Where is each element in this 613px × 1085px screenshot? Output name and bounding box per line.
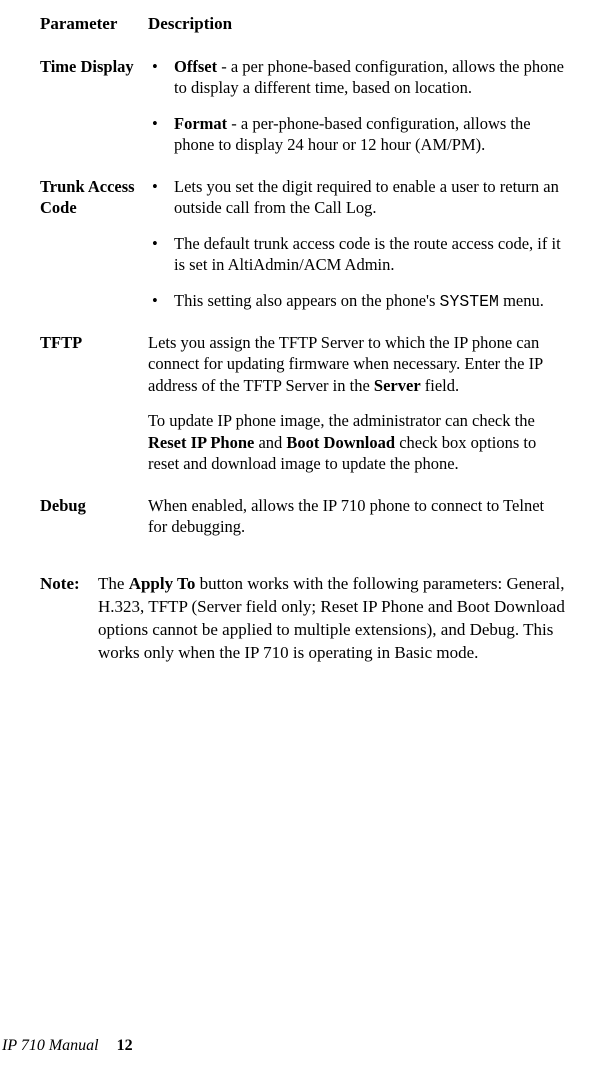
page-footer: IP 710 Manual 12 [0, 1037, 133, 1055]
table-row: Trunk Access Code Lets you set the digit… [40, 172, 573, 328]
parameter-table: Parameter Description Time Display Offse… [40, 10, 573, 553]
desc-trunk: Lets you set the digit required to enabl… [148, 172, 573, 328]
format-label: Format [174, 114, 227, 133]
param-trunk-access-code: Trunk Access Code [40, 172, 148, 328]
trunk-b3-post: menu. [499, 291, 544, 310]
note-label: Note: [40, 573, 98, 665]
list-item: Lets you set the digit required to enabl… [148, 176, 565, 219]
list-item: Offset - a per phone-based configuration… [148, 56, 565, 99]
list-item: This setting also appears on the phone's… [148, 290, 565, 312]
header-parameter: Parameter [40, 10, 148, 52]
trunk-b3-pre: This setting also appears on the phone's [174, 291, 440, 310]
desc-time-display: Offset - a per phone-based configuration… [148, 52, 573, 172]
tftp-p2-pre: To update IP phone image, the administra… [148, 411, 535, 430]
server-bold: Server [374, 376, 421, 395]
param-tftp: TFTP [40, 328, 148, 491]
list-item: The default trunk access code is the rou… [148, 233, 565, 276]
offset-label: Offset [174, 57, 217, 76]
tftp-p2-mid: and [254, 433, 286, 452]
param-debug: Debug [40, 491, 148, 554]
note-block: Note:The Apply To button works with the … [40, 573, 573, 665]
desc-debug: When enabled, allows the IP 710 phone to… [148, 491, 573, 554]
table-row: TFTP Lets you assign the TFTP Server to … [40, 328, 573, 491]
note-text: The Apply To button works with the follo… [98, 573, 573, 665]
table-row: Time Display Offset - a per phone-based … [40, 52, 573, 172]
list-item: Format - a per-phone-based configuration… [148, 113, 565, 156]
table-row: Debug When enabled, allows the IP 710 ph… [40, 491, 573, 554]
offset-text: - a per phone-based configuration, allow… [174, 57, 564, 97]
desc-tftp: Lets you assign the TFTP Server to which… [148, 328, 573, 491]
param-time-display: Time Display [40, 52, 148, 172]
boot-download-bold: Boot Download [286, 433, 395, 452]
tftp-p1-post: field. [421, 376, 460, 395]
page-number: 12 [117, 1037, 133, 1054]
tftp-p1-pre: Lets you assign the TFTP Server to which… [148, 333, 543, 395]
format-text: - a per-phone-based configuration, allow… [174, 114, 531, 154]
reset-ip-phone-bold: Reset IP Phone [148, 433, 254, 452]
manual-title: IP 710 Manual [2, 1037, 99, 1054]
header-description: Description [148, 10, 573, 52]
system-mono: SYSTEM [440, 292, 499, 311]
